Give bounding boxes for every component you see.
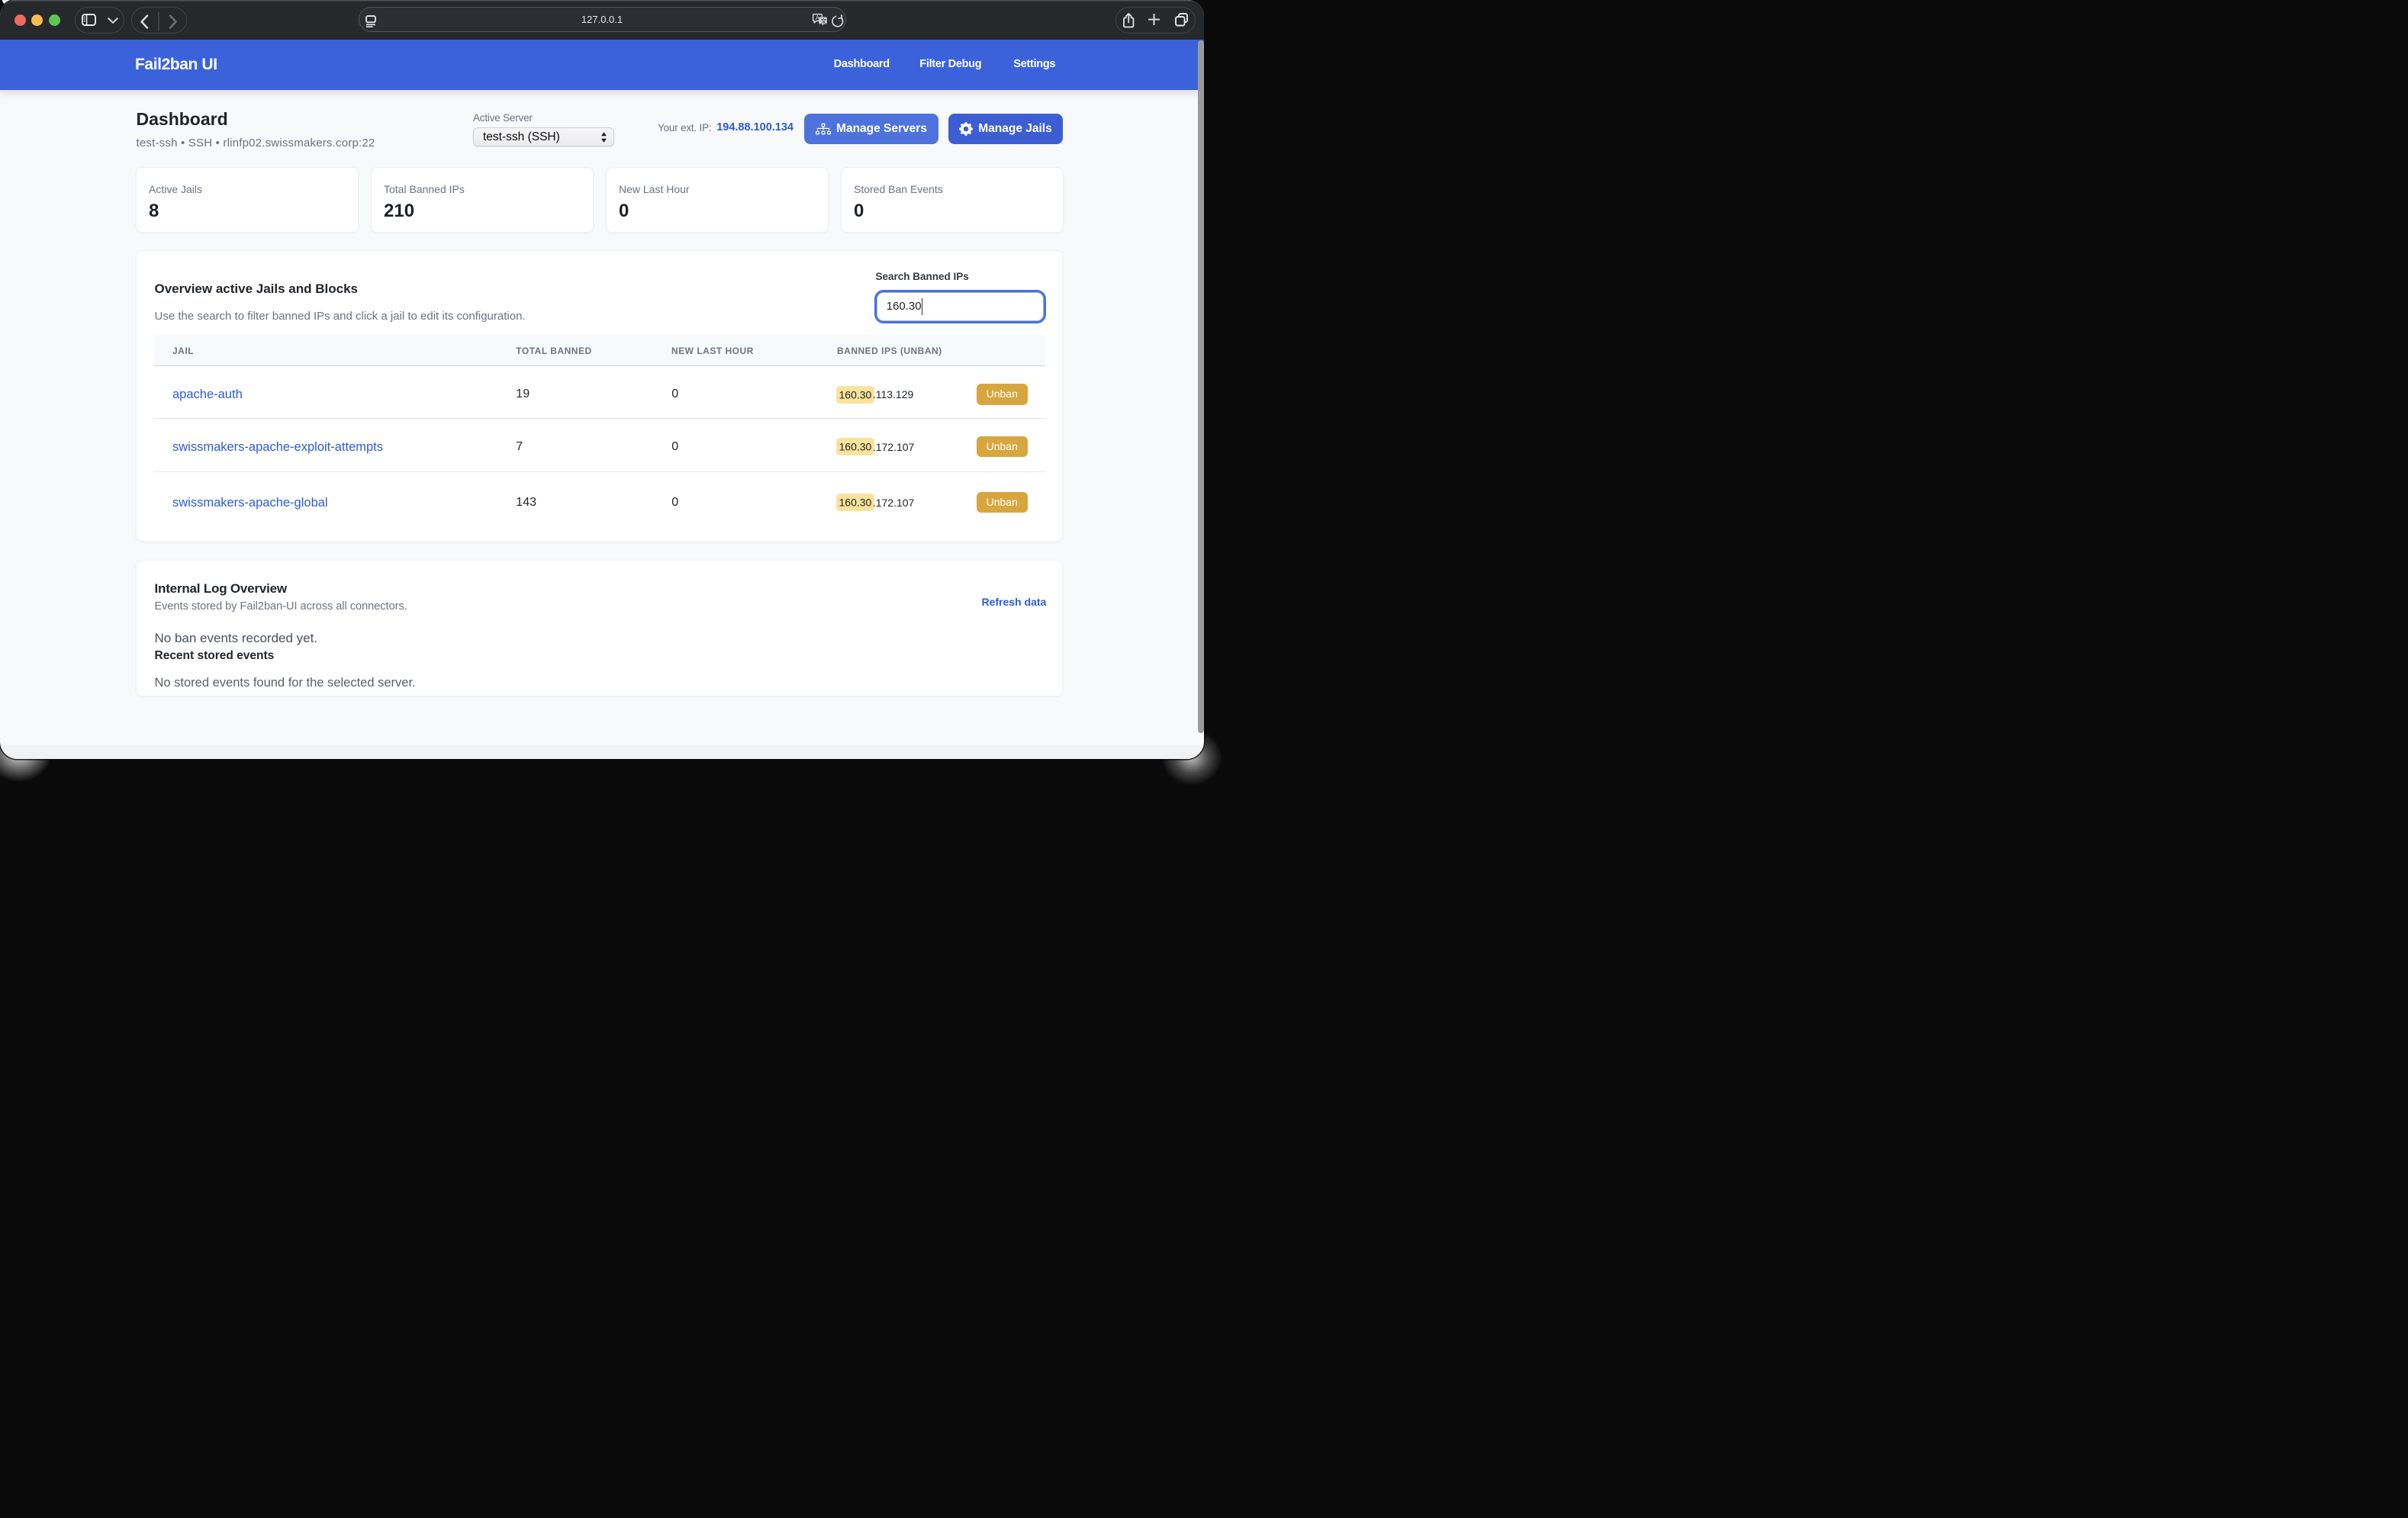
svg-text:文: 文: [820, 17, 826, 24]
